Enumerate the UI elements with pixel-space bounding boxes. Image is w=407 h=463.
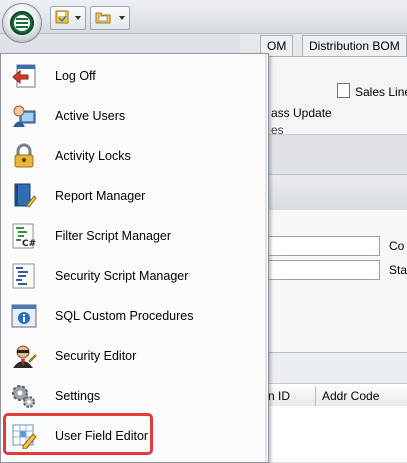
menu-item-label: Report Manager — [55, 189, 146, 203]
field-label: Co — [389, 239, 405, 253]
chevron-down-icon — [75, 16, 81, 20]
menu-item-report-manager[interactable]: Report Manager — [5, 178, 261, 214]
menu-item-label: Security Script Manager — [55, 269, 189, 283]
menu-item-active-users[interactable]: Active Users — [5, 98, 261, 134]
form-panel: Co Sta — [262, 210, 407, 352]
text-field[interactable] — [268, 236, 380, 256]
tab-distribution-bom[interactable]: Distribution BOM — [302, 35, 407, 56]
menu-item-settings[interactable]: Settings — [5, 378, 261, 414]
menu-item-label: SQL Custom Procedures — [55, 309, 194, 323]
menu-item-filter-script-manager[interactable]: C# Filter Script Manager — [5, 218, 261, 254]
mass-update-button-label[interactable]: ass Update — [271, 106, 332, 120]
svg-text:C#: C# — [22, 239, 36, 249]
menu-item-label: Active Users — [55, 109, 126, 123]
menu-item-sql-custom-procedures[interactable]: SQL Custom Procedures — [5, 298, 261, 334]
log-off-icon — [11, 63, 37, 89]
save-icon — [55, 10, 69, 24]
sales-line-button-label[interactable]: Sales Line I — [355, 85, 407, 99]
grid-column-header[interactable]: n ID — [262, 386, 316, 406]
report-book-icon — [11, 183, 37, 209]
security-agent-icon — [11, 343, 37, 369]
csharp-script-icon: C# — [11, 223, 37, 249]
quick-access-toolbar — [0, 0, 407, 34]
menu-item-security-script-manager[interactable]: Security Script Manager — [5, 258, 261, 294]
ribbon-panel: Sales Line I ass Update es — [262, 57, 407, 137]
grid-toolbar — [262, 353, 407, 384]
text-field[interactable] — [268, 260, 380, 280]
active-users-icon — [11, 103, 37, 129]
menu-item-activity-locks[interactable]: Activity Locks — [5, 138, 261, 174]
menu-item-label: Settings — [55, 389, 101, 403]
application-menu-button[interactable] — [3, 4, 41, 42]
highlight-box — [3, 413, 153, 455]
application-menu: Log Off Active Users Activity Locks Repo… — [0, 53, 269, 463]
sales-line-icon — [337, 83, 350, 98]
menu-item-label: Log Off — [55, 69, 96, 83]
padlock-icon — [11, 143, 37, 169]
menu-item-security-editor[interactable]: Security Editor — [5, 338, 261, 374]
field-label: Sta — [389, 263, 407, 277]
menu-item-label: Security Editor — [55, 349, 137, 363]
folder-icon — [95, 10, 111, 24]
grid-area — [262, 352, 407, 462]
menu-item-log-off[interactable]: Log Off — [5, 58, 261, 94]
save-dropdown-button[interactable] — [50, 6, 86, 30]
content-band — [262, 174, 407, 211]
menu-lines-icon — [16, 18, 28, 28]
ribbon-group-label: es — [271, 123, 284, 137]
menu-item-label: Activity Locks — [55, 149, 131, 163]
info-window-icon — [11, 303, 37, 329]
menu-item-label: Filter Script Manager — [55, 229, 172, 243]
chevron-down-icon — [119, 16, 125, 20]
security-script-icon — [11, 263, 37, 289]
grid-column-header[interactable]: Addr Code — [316, 386, 407, 406]
open-dropdown-button[interactable] — [90, 6, 130, 30]
gears-icon — [11, 383, 37, 409]
